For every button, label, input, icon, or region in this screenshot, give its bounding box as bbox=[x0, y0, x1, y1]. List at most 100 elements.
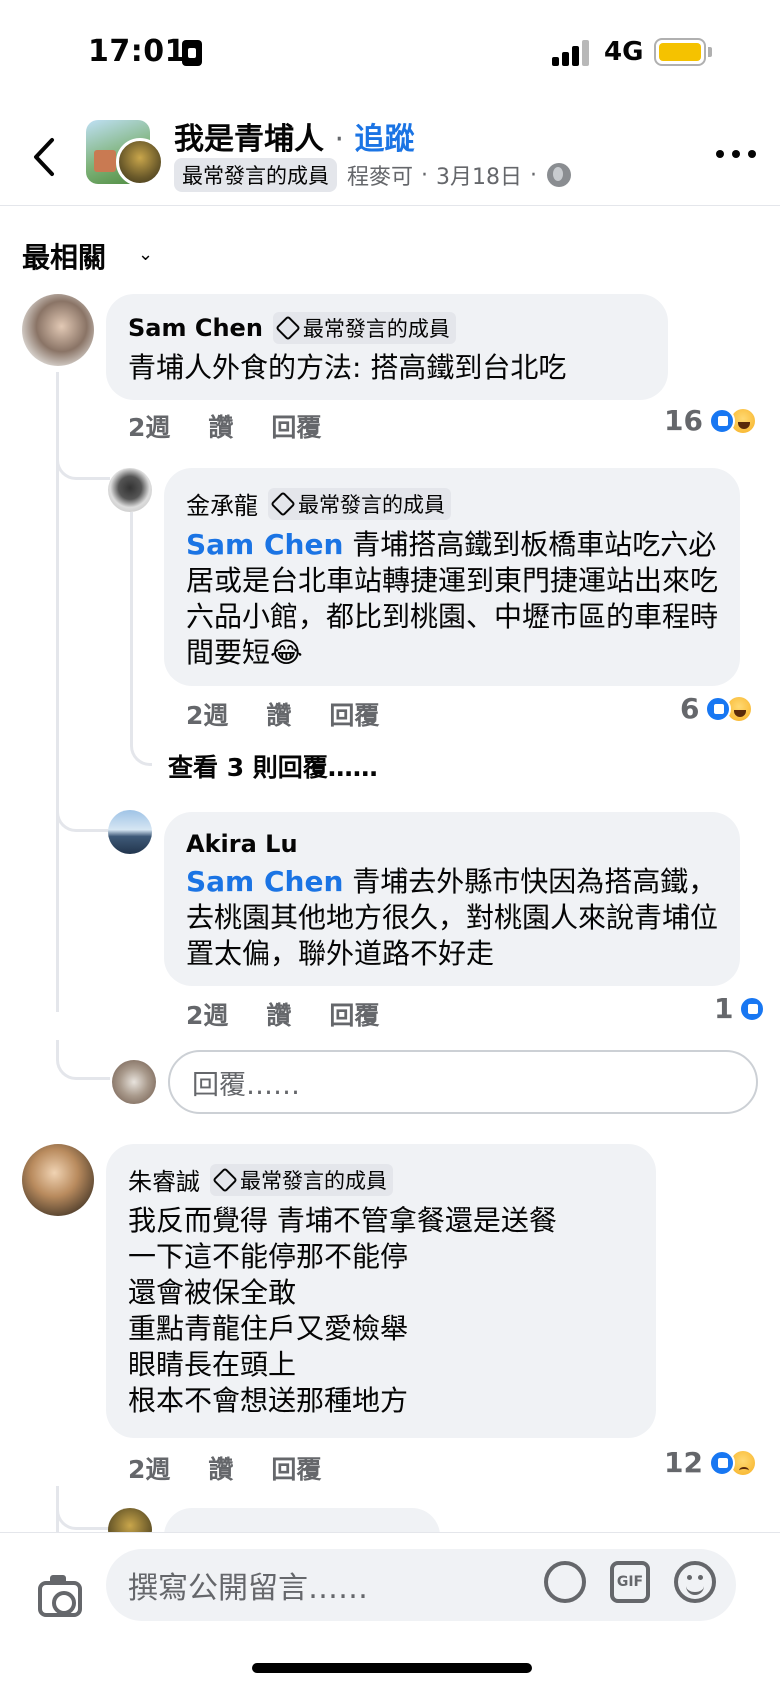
comment-composer: 撰寫公開留言…… GIF bbox=[0, 1532, 780, 1691]
like-reaction-icon bbox=[708, 1449, 735, 1476]
like-button[interactable]: 讚 bbox=[266, 1001, 291, 1030]
comment-actions: 2週 讚 回覆 bbox=[186, 996, 417, 1032]
thread-line-nested bbox=[130, 512, 133, 736]
orientation-lock-icon bbox=[182, 40, 202, 66]
subtitle-dot: · bbox=[421, 162, 429, 188]
home-indicator[interactable] bbox=[252, 1663, 532, 1673]
network-type: 4G bbox=[604, 37, 644, 67]
post-date[interactable]: 3月18日 bbox=[436, 159, 522, 191]
top-contributor-badge[interactable]: 最常發言的成員 bbox=[174, 158, 337, 192]
member-badge[interactable]: 最常發言的成員 bbox=[210, 1163, 393, 1196]
reply-placeholder: 回覆…… bbox=[192, 1069, 300, 1101]
member-badge[interactable]: 最常發言的成員 bbox=[268, 487, 451, 520]
group-name[interactable]: 我是青埔人 bbox=[174, 122, 324, 157]
emoji-icon[interactable] bbox=[674, 1561, 716, 1603]
back-arrow-icon[interactable] bbox=[26, 134, 66, 180]
reply-button[interactable]: 回覆 bbox=[271, 1455, 321, 1484]
reaction-count: 1 bbox=[714, 992, 734, 1025]
comment-actions: 2週 讚 回覆 bbox=[128, 1450, 359, 1486]
camera-icon[interactable] bbox=[38, 1575, 82, 1617]
subtitle-dot-2: · bbox=[530, 162, 538, 188]
member-badge[interactable]: 最常發言的成員 bbox=[272, 312, 456, 344]
author-row: 金承龍 最常發言的成員 bbox=[186, 486, 718, 521]
author-row: Sam Chen 最常發言的成員 bbox=[128, 312, 646, 344]
header-subtitle: 最常發言的成員 程麥可 · 3月18日 · bbox=[174, 158, 572, 192]
comment-author[interactable]: 朱睿誠 bbox=[128, 1162, 200, 1197]
mention-link[interactable]: Sam Chen bbox=[186, 528, 343, 561]
chevron-down-icon[interactable]: ⌄ bbox=[138, 244, 153, 265]
view-more-replies[interactable]: 查看 3 則回覆…… bbox=[168, 748, 378, 784]
comment-text: Sam Chen 青埔去外縣市快因為搭高鐵，去桃園其他地方很久，對桃園人來說青埔… bbox=[186, 864, 718, 972]
comment-text: 青埔人外食的方法: 搭高鐵到台北吃 bbox=[128, 351, 567, 384]
avatar[interactable] bbox=[108, 468, 152, 512]
comment-time[interactable]: 2週 bbox=[128, 413, 170, 442]
my-avatar[interactable] bbox=[112, 1060, 156, 1104]
thread-connector bbox=[56, 440, 110, 480]
reaction-count: 12 bbox=[664, 1446, 703, 1479]
sort-dropdown[interactable]: 最相關 bbox=[22, 236, 106, 276]
thread-connector bbox=[56, 1040, 110, 1080]
comment-actions: 2週 讚 回覆 bbox=[128, 408, 359, 444]
reply-button[interactable]: 回覆 bbox=[329, 1001, 379, 1030]
avatar[interactable] bbox=[108, 810, 152, 854]
poster-name[interactable]: 程麥可 bbox=[347, 159, 413, 191]
thread-connector bbox=[130, 730, 152, 766]
title-separator: · bbox=[334, 122, 344, 157]
cellular-signal-icon bbox=[552, 40, 592, 66]
author-row: 朱睿誠 最常發言的成員 bbox=[128, 1162, 634, 1197]
avatar-sticker-icon[interactable] bbox=[544, 1561, 586, 1603]
comment-bubble[interactable]: Sam Chen 最常發言的成員 青埔人外食的方法: 搭高鐵到台北吃 bbox=[106, 294, 668, 400]
member-badge-label: 最常發言的成員 bbox=[302, 317, 450, 341]
gif-icon[interactable]: GIF bbox=[610, 1561, 650, 1603]
member-badge-label: 最常發言的成員 bbox=[298, 492, 445, 517]
status-bar: 17:01 4G bbox=[0, 0, 780, 100]
thread-connector bbox=[56, 1490, 110, 1530]
member-badge-label: 最常發言的成員 bbox=[240, 1168, 387, 1193]
comment-author[interactable]: Akira Lu bbox=[186, 830, 298, 858]
comment-author[interactable]: Sam Chen bbox=[128, 314, 263, 342]
more-options-icon[interactable] bbox=[716, 144, 756, 164]
comment-input-placeholder: 撰寫公開留言…… bbox=[128, 1571, 368, 1606]
reaction-summary[interactable]: 1 bbox=[714, 992, 766, 1025]
battery-tip bbox=[708, 47, 712, 57]
post-header: 我是青埔人 · 追蹤 最常發言的成員 程麥可 · 3月18日 · bbox=[0, 108, 780, 206]
follow-button[interactable]: 追蹤 bbox=[354, 122, 414, 157]
reaction-summary[interactable]: 16 bbox=[664, 404, 757, 437]
comment-time[interactable]: 2週 bbox=[186, 1001, 228, 1030]
like-button[interactable]: 讚 bbox=[266, 701, 291, 730]
thread-connector bbox=[56, 792, 110, 832]
avatar[interactable] bbox=[22, 1144, 94, 1216]
badge-icon bbox=[212, 1166, 238, 1193]
comment-text: Sam Chen 青埔搭高鐵到板橋車站吃六必居或是台北車站轉捷運到東門捷運站出來… bbox=[186, 527, 718, 671]
like-button[interactable]: 讚 bbox=[208, 413, 233, 442]
reaction-summary[interactable]: 12 bbox=[664, 1446, 757, 1479]
comment-bubble[interactable]: 金承龍 最常發言的成員 Sam Chen 青埔搭高鐵到板橋車站吃六必居或是台北車… bbox=[164, 468, 740, 686]
reaction-count: 16 bbox=[664, 404, 703, 437]
badge-icon bbox=[270, 490, 296, 517]
mention-link[interactable]: Sam Chen bbox=[186, 865, 343, 898]
like-button[interactable]: 讚 bbox=[208, 1455, 233, 1484]
comment-bubble[interactable]: Akira Lu Sam Chen 青埔去外縣市快因為搭高鐵，去桃園其他地方很久… bbox=[164, 812, 740, 986]
comment-author[interactable]: 金承龍 bbox=[186, 486, 258, 521]
author-row: Akira Lu bbox=[186, 830, 718, 858]
reaction-count: 6 bbox=[680, 692, 700, 725]
reaction-summary[interactable]: 6 bbox=[680, 692, 754, 725]
like-reaction-icon bbox=[739, 995, 766, 1022]
reply-button[interactable]: 回覆 bbox=[271, 413, 321, 442]
reply-input[interactable]: 回覆…… bbox=[168, 1050, 758, 1114]
avatar[interactable] bbox=[22, 294, 94, 366]
like-reaction-icon bbox=[708, 407, 735, 434]
battery-icon bbox=[654, 38, 706, 66]
status-time: 17:01 bbox=[88, 34, 186, 69]
poster-avatar[interactable] bbox=[116, 138, 164, 186]
reply-button[interactable]: 回覆 bbox=[329, 701, 379, 730]
badge-icon bbox=[275, 315, 301, 341]
header-title-row: 我是青埔人 · 追蹤 bbox=[174, 114, 414, 158]
comment-text: 我反而覺得 青埔不管拿餐還是送餐 一下這不能停那不能停 還會被保全敢 重點青龍住… bbox=[128, 1204, 557, 1417]
comment-actions: 2週 讚 回覆 bbox=[186, 696, 417, 732]
comment-time[interactable]: 2週 bbox=[186, 701, 228, 730]
like-reaction-icon bbox=[705, 695, 732, 722]
globe-icon bbox=[547, 163, 572, 187]
comment-time[interactable]: 2週 bbox=[128, 1455, 170, 1484]
comment-bubble[interactable]: 朱睿誠 最常發言的成員 我反而覺得 青埔不管拿餐還是送餐 一下這不能停那不能停 … bbox=[106, 1144, 656, 1438]
